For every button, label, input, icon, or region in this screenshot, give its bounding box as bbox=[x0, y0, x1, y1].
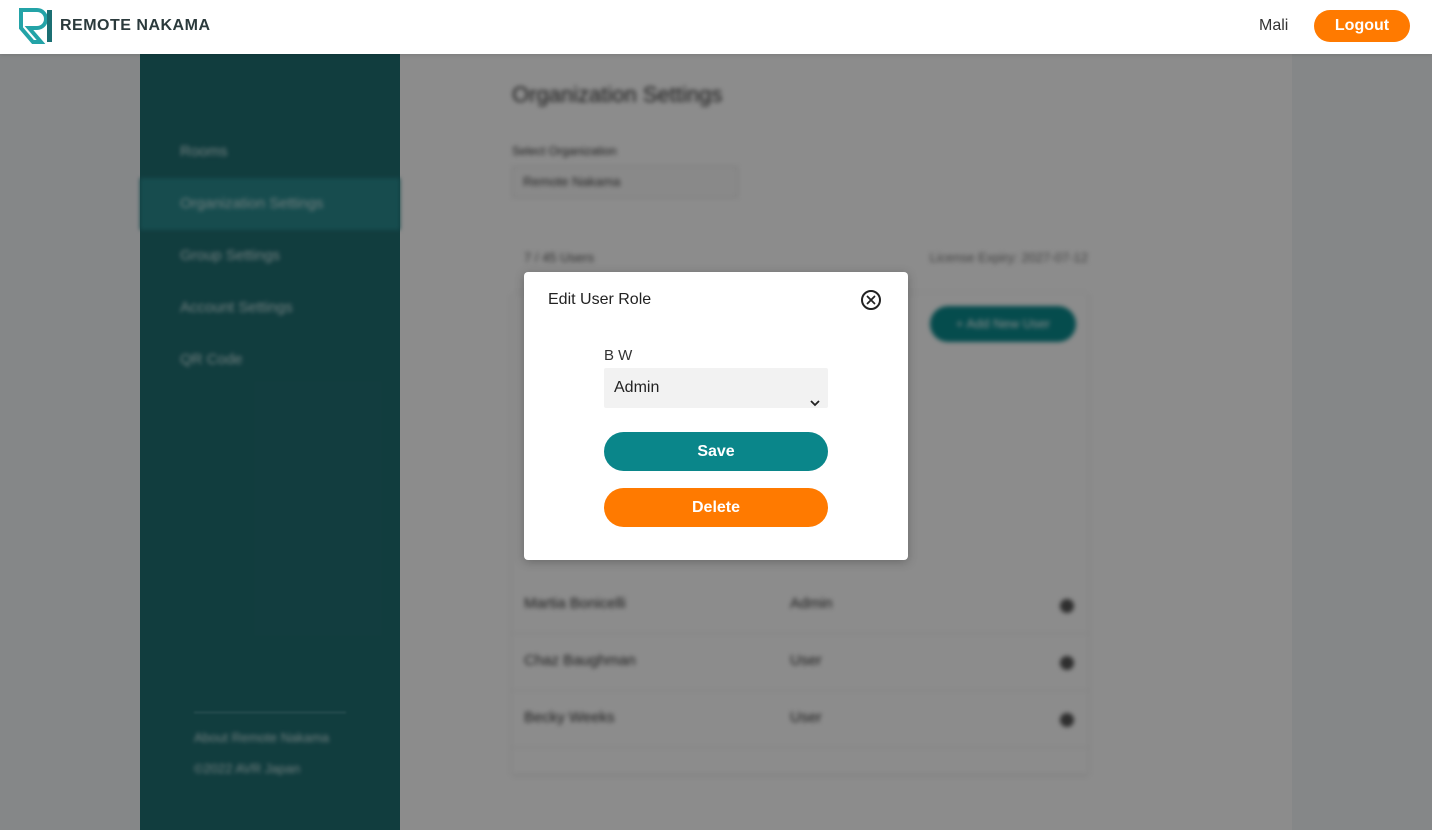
brand-name: REMOTE NAKAMA bbox=[60, 17, 211, 34]
save-button[interactable]: Save bbox=[604, 432, 828, 471]
top-bar: REMOTE NAKAMA Mali Logout bbox=[0, 0, 1432, 54]
close-icon[interactable] bbox=[861, 290, 881, 310]
chevron-down-icon bbox=[810, 383, 820, 423]
user-name: Mali bbox=[1259, 17, 1289, 34]
user-initials-label: B W bbox=[604, 347, 633, 364]
edit-user-role-modal: Edit User Role B W Admin Save Delete bbox=[524, 272, 908, 560]
modal-title: Edit User Role bbox=[548, 291, 652, 308]
role-select[interactable]: Admin bbox=[604, 368, 828, 408]
remote-nakama-logo-icon bbox=[19, 8, 55, 44]
logo[interactable]: REMOTE NAKAMA bbox=[19, 8, 211, 44]
logout-button[interactable]: Logout bbox=[1314, 10, 1410, 42]
role-select-value: Admin bbox=[614, 379, 660, 396]
delete-button[interactable]: Delete bbox=[604, 488, 828, 527]
